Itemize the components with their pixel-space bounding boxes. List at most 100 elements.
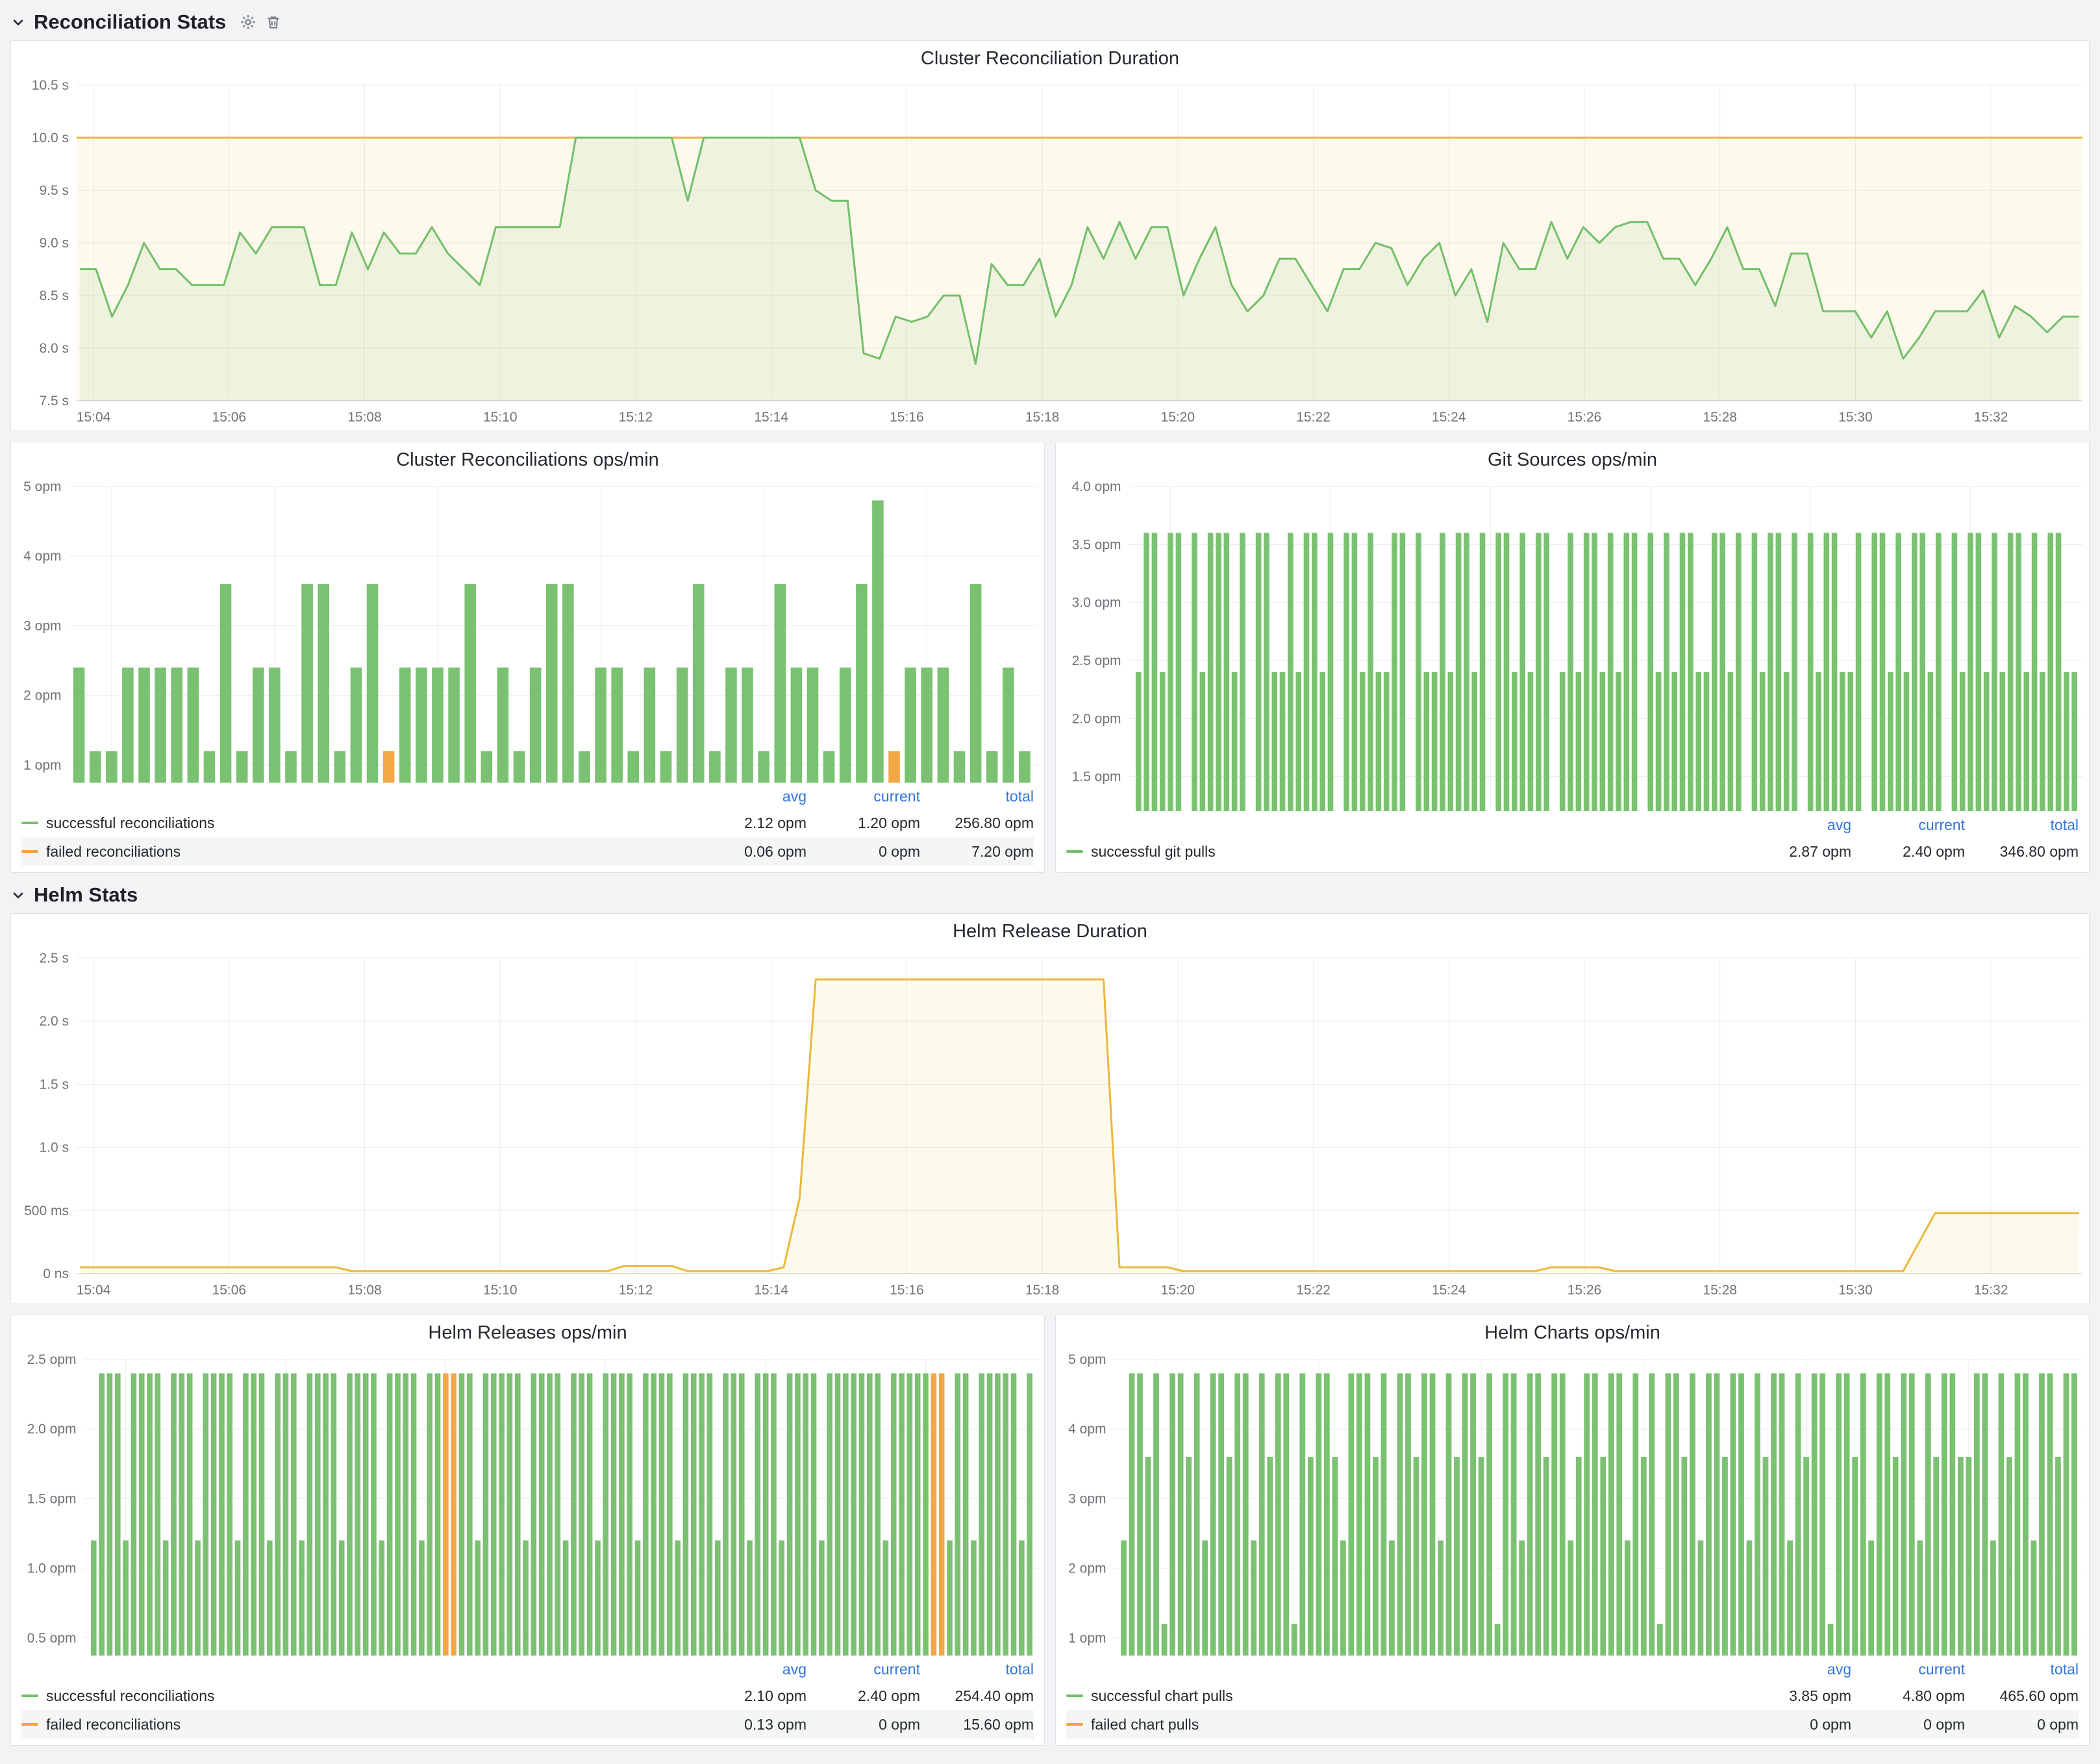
helm-releases-bar-chart[interactable]: 2.5 opm2.0 opm1.5 opm1.0 opm0.5 opm0 opm… (11, 1350, 1044, 1656)
series-color-swatch (21, 1695, 38, 1697)
legend-header-row: avgcurrenttotal (1066, 1657, 2079, 1682)
legend-value: 4.80 opm (1851, 1687, 1965, 1705)
svg-text:15:24: 15:24 (1432, 410, 1466, 425)
legend-value: 346.80 opm (1965, 843, 2079, 861)
series-toggle[interactable]: failed reconciliations (21, 843, 693, 861)
panel-title[interactable]: Helm Release Duration (11, 914, 2089, 949)
series-toggle[interactable]: failed chart pulls (1066, 1716, 1738, 1733)
svg-text:15:30: 15:30 (1838, 1283, 1873, 1298)
svg-text:15:16: 15:16 (890, 410, 924, 425)
legend-sort-avg[interactable]: avg (693, 1661, 806, 1678)
legend-sort-current[interactable]: current (1851, 816, 1965, 834)
series-color-swatch (1066, 1723, 1083, 1726)
legend-sort-avg[interactable]: avg (693, 788, 806, 805)
reconciliations-bar-chart[interactable]: 5 opm4 opm3 opm2 opm1 opm0 opm15:0515:10… (11, 477, 1044, 783)
gear-icon[interactable] (239, 13, 257, 31)
svg-text:15:10: 15:10 (483, 1283, 518, 1298)
svg-text:9.5 s: 9.5 s (39, 183, 69, 198)
series-label: successful reconciliations (46, 1687, 215, 1705)
series-label: failed reconciliations (46, 843, 181, 861)
legend-value: 254.40 opm (920, 1687, 1034, 1705)
series-toggle[interactable]: successful reconciliations (21, 1687, 693, 1705)
duration-line-chart[interactable]: 10.5 s10.0 s9.5 s9.0 s8.5 s8.0 s7.5 s15:… (11, 76, 2089, 431)
series-label: successful reconciliations (46, 814, 215, 832)
svg-text:15:32: 15:32 (1974, 1283, 2008, 1298)
svg-text:1.5 opm: 1.5 opm (27, 1491, 77, 1506)
series-toggle[interactable]: failed reconciliations (21, 1716, 693, 1733)
svg-text:4 opm: 4 opm (1068, 1422, 1106, 1437)
svg-text:10.5 s: 10.5 s (32, 78, 69, 93)
panel-cluster-reconciliation-duration: Cluster Reconciliation Duration 10.5 s 10… (10, 40, 2090, 431)
helm-duration-line-chart[interactable]: 2.5 s2.0 s1.5 s1.0 s500 ms0 ns15:0415:06… (11, 949, 2089, 1304)
helm-charts-bar-chart[interactable]: 5 opm4 opm3 opm2 opm1 opm0 opm15:0515:10… (1056, 1350, 2089, 1656)
legend-value: 0 opm (1965, 1716, 2079, 1733)
svg-text:2.0 opm: 2.0 opm (27, 1422, 77, 1437)
svg-text:15:26: 15:26 (1568, 1283, 1602, 1298)
series-toggle[interactable]: successful git pulls (1066, 843, 1738, 861)
legend-value: 1.20 opm (806, 814, 920, 832)
series-label: failed reconciliations (46, 1716, 181, 1733)
svg-text:5 opm: 5 opm (1068, 1352, 1106, 1367)
svg-text:1 opm: 1 opm (23, 758, 61, 773)
section-header-helm-stats: Helm Stats (10, 877, 2090, 913)
legend-row: successful git pulls2.87 opm2.40 opm346.… (1066, 837, 2079, 866)
svg-text:15:10: 15:10 (483, 410, 518, 425)
svg-text:15:18: 15:18 (1025, 1283, 1060, 1298)
legend-sort-current[interactable]: current (806, 1661, 920, 1678)
panel-title[interactable]: Git Sources ops/min (1056, 442, 2089, 477)
legend-value: 0.06 opm (693, 843, 806, 861)
legend-value: 0 opm (806, 1716, 920, 1733)
svg-text:15:28: 15:28 (1703, 410, 1737, 425)
legend-sort-avg[interactable]: avg (1738, 816, 1851, 834)
legend-row: successful reconciliations 2.12 opm1.20 o… (21, 809, 1034, 837)
svg-text:3 opm: 3 opm (1068, 1491, 1106, 1506)
svg-text:0 ns: 0 ns (43, 1266, 69, 1281)
svg-text:5 opm: 5 opm (23, 479, 61, 494)
panel-title[interactable]: Cluster Reconciliation Duration (11, 41, 2089, 76)
series-toggle[interactable]: successful chart pulls (1066, 1687, 1738, 1705)
panel-title[interactable]: Helm Charts ops/min (1056, 1315, 2089, 1350)
git-sources-bar-chart[interactable]: 4.0 opm3.5 opm3.0 opm2.5 opm2.0 opm1.5 o… (1056, 477, 2089, 811)
legend-value: 2.12 opm (693, 814, 806, 832)
legend-sort-total[interactable]: total (920, 1661, 1034, 1678)
series-color-swatch (21, 850, 38, 853)
trash-icon[interactable] (265, 14, 282, 31)
legend-value: 0 opm (1851, 1716, 1965, 1733)
svg-text:1.5 s: 1.5 s (39, 1077, 69, 1092)
chevron-down-icon[interactable] (10, 14, 26, 30)
legend-row: successful chart pulls3.85 opm4.80 opm46… (1066, 1682, 2079, 1710)
svg-text:15:26: 15:26 (1568, 410, 1602, 425)
legend-value: 2.10 opm (693, 1687, 806, 1705)
legend-sort-current[interactable]: current (1851, 1661, 1965, 1678)
legend-value: 2.87 opm (1738, 843, 1851, 861)
svg-text:15:14: 15:14 (754, 1283, 788, 1298)
panel-title[interactable]: Cluster Reconciliations ops/min (11, 442, 1044, 477)
legend-sort-total[interactable]: total (920, 788, 1034, 805)
svg-text:2.0 s: 2.0 s (39, 1014, 69, 1029)
legend-sort-total[interactable]: total (1965, 1661, 2079, 1678)
svg-text:1.0 s: 1.0 s (39, 1140, 69, 1155)
svg-text:1.5 opm: 1.5 opm (1072, 770, 1121, 785)
svg-text:3.5 opm: 3.5 opm (1072, 537, 1121, 552)
chevron-down-icon[interactable] (10, 887, 26, 903)
series-color-swatch (1066, 850, 1083, 853)
svg-text:15:30: 15:30 (1838, 410, 1873, 425)
legend-value: 2.40 opm (806, 1687, 920, 1705)
svg-text:2.5 opm: 2.5 opm (1072, 653, 1121, 668)
section-title[interactable]: Helm Stats (34, 883, 138, 907)
svg-text:10.0 s: 10.0 s (32, 131, 69, 145)
legend-value: 7.20 opm (920, 843, 1034, 861)
legend-sort-total[interactable]: total (1965, 816, 2079, 834)
svg-text:15:08: 15:08 (347, 410, 382, 425)
svg-text:2.5 opm: 2.5 opm (27, 1352, 77, 1367)
series-color-swatch (21, 822, 38, 824)
legend-sort-current[interactable]: current (806, 788, 920, 805)
svg-text:15:22: 15:22 (1296, 410, 1331, 425)
legend-sort-avg[interactable]: avg (1738, 1661, 1851, 1678)
panel-title[interactable]: Helm Releases ops/min (11, 1315, 1044, 1350)
section-title[interactable]: Reconciliation Stats (34, 10, 226, 34)
series-toggle[interactable]: successful reconciliations (21, 814, 693, 832)
legend: avgcurrenttotal successful reconciliation… (11, 783, 1044, 872)
svg-text:15:06: 15:06 (212, 410, 247, 425)
svg-text:15:18: 15:18 (1025, 410, 1060, 425)
